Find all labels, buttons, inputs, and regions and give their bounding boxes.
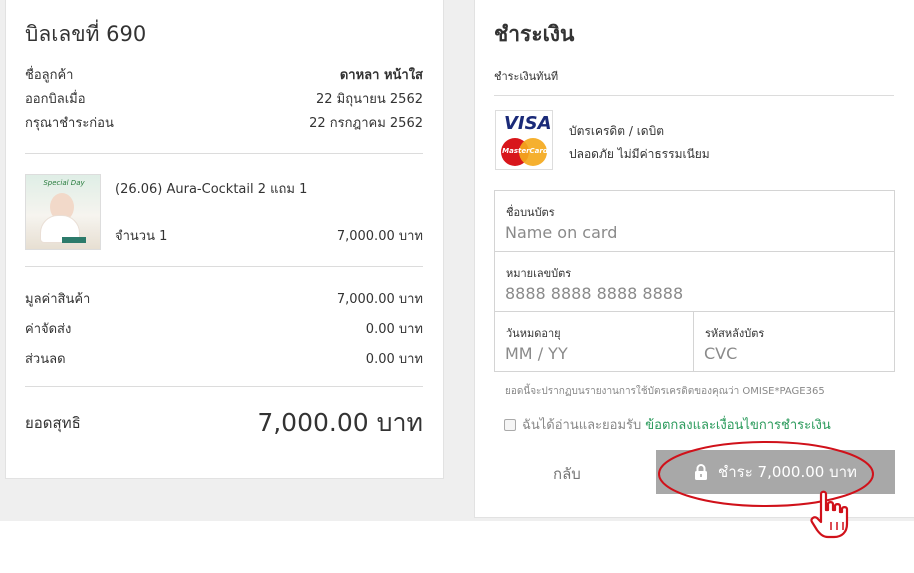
divider bbox=[494, 95, 894, 96]
pay-button-label: ชำระ 7,000.00 บาท bbox=[718, 463, 857, 481]
product-price: 7,000.00 บาท bbox=[336, 229, 423, 244]
terms-link[interactable]: ข้อตกลงและเงื่อนไขการชำระเงิน bbox=[645, 414, 830, 435]
discount-row: ส่วนลด 0.00 บาท bbox=[25, 348, 423, 367]
thumbnail-caption: Special Day bbox=[43, 179, 85, 187]
product-thumbnail: Special Day bbox=[25, 174, 101, 250]
due-label: กรุณาชำระก่อน bbox=[25, 116, 114, 131]
subtotal-row: มูลค่าสินค้า 7,000.00 บาท bbox=[25, 288, 423, 307]
due-row: กรุณาชำระก่อน 22 กรกฎาคม 2562 bbox=[25, 112, 423, 131]
card-expiry-input[interactable] bbox=[505, 344, 683, 363]
card-number-field: หมายเลขบัตร bbox=[495, 252, 894, 312]
statement-note: ยอดนี้จะปรากฏบนรายงานการใช้บัตรเครดิตของ… bbox=[505, 386, 825, 397]
agree-checkbox[interactable] bbox=[504, 418, 516, 431]
customer-label: ชื่อลูกค้า bbox=[25, 68, 74, 83]
agree-terms[interactable]: ฉันได้อ่านและยอมรับ ข้อตกลงและเงื่อนไขกา… bbox=[504, 414, 831, 435]
card-name-input[interactable] bbox=[505, 223, 884, 242]
product-qty: จำนวน 1 bbox=[115, 229, 168, 244]
card-name-label: ชื่อบนบัตร bbox=[506, 206, 555, 219]
issued-label: ออกบิลเมื่อ bbox=[25, 92, 86, 107]
total-value: 7,000.00 บาท bbox=[257, 408, 423, 437]
due-value: 22 กรกฎาคม 2562 bbox=[309, 116, 423, 131]
card-type: บัตรเครดิต / เดบิต bbox=[569, 124, 664, 138]
card-form: ชื่อบนบัตร หมายเลขบัตร วันหมดอายุ รหัสหล… bbox=[494, 190, 895, 372]
card-number-label: หมายเลขบัตร bbox=[506, 267, 572, 280]
product-qty-row: จำนวน 1 7,000.00 บาท bbox=[115, 225, 423, 244]
bill-title: บิลเลขที่ 690 bbox=[25, 22, 147, 46]
payment-card: ชำระเงิน ชำระเงินทันที VISA MasterCard บ… bbox=[474, 0, 914, 518]
product-name: (26.06) Aura-Cocktail 2 แถม 1 bbox=[115, 182, 308, 197]
card-number-input[interactable] bbox=[505, 284, 884, 303]
subtotal-value: 7,000.00 บาท bbox=[336, 292, 423, 307]
shipping-label: ค่าจัดส่ง bbox=[25, 322, 72, 337]
total-label: ยอดสุทธิ bbox=[25, 414, 81, 432]
agree-text: ฉันได้อ่านและยอมรับ bbox=[522, 418, 642, 433]
card-expiry-field: วันหมดอายุ bbox=[495, 312, 694, 371]
divider bbox=[25, 266, 423, 267]
issued-row: ออกบิลเมื่อ 22 มิถุนายน 2562 bbox=[25, 88, 423, 107]
discount-label: ส่วนลด bbox=[25, 352, 66, 367]
visa-mastercard-logo: VISA MasterCard bbox=[495, 110, 553, 170]
shipping-row: ค่าจัดส่ง 0.00 บาท bbox=[25, 318, 423, 337]
discount-value: 0.00 บาท bbox=[365, 352, 423, 367]
card-cvc-field: รหัสหลังบัตร bbox=[694, 312, 894, 371]
customer-value: ดาหลา หน้าใส bbox=[339, 68, 423, 83]
subtotal-label: มูลค่าสินค้า bbox=[25, 292, 91, 307]
lock-icon bbox=[695, 464, 708, 480]
back-button[interactable]: กลับ bbox=[553, 462, 581, 486]
visa-logo-text: VISA bbox=[504, 113, 552, 134]
card-cvc-input[interactable] bbox=[704, 344, 884, 363]
payment-title: ชำระเงิน bbox=[494, 22, 575, 46]
payment-subtitle: ชำระเงินทันที bbox=[494, 70, 559, 83]
pay-button[interactable]: ชำระ 7,000.00 บาท bbox=[656, 450, 895, 494]
card-name-field: ชื่อบนบัตร bbox=[495, 191, 894, 252]
card-cvc-label: รหัสหลังบัตร bbox=[705, 327, 765, 340]
card-description: ปลอดภัย ไม่มีค่าธรรมเนียม bbox=[569, 147, 710, 161]
divider bbox=[25, 153, 423, 154]
customer-row: ชื่อลูกค้า ดาหลา หน้าใส bbox=[25, 64, 423, 83]
issued-value: 22 มิถุนายน 2562 bbox=[315, 92, 423, 107]
mastercard-logo-text: MasterCard bbox=[502, 147, 548, 155]
divider bbox=[25, 386, 423, 387]
total-row: ยอดสุทธิ 7,000.00 บาท bbox=[25, 403, 423, 443]
shipping-value: 0.00 บาท bbox=[365, 322, 423, 337]
bill-card: บิลเลขที่ 690 ชื่อลูกค้า ดาหลา หน้าใส ออ… bbox=[5, 0, 444, 479]
card-expiry-label: วันหมดอายุ bbox=[506, 327, 561, 340]
